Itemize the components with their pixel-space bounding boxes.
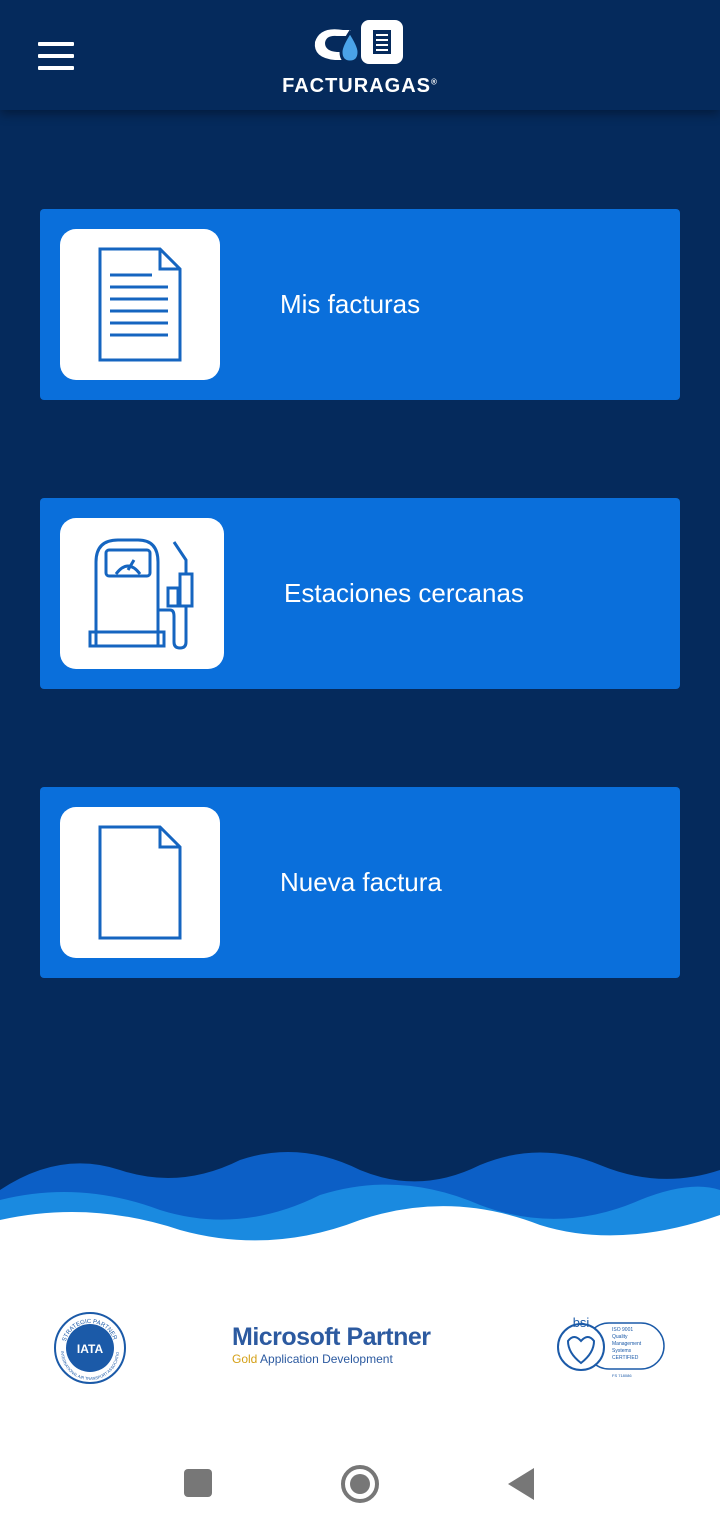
circle-home-icon[interactable] (340, 1464, 380, 1504)
menu-card-mis-facturas[interactable]: Mis facturas (40, 209, 680, 400)
bsi-line: Quality (612, 1334, 628, 1340)
decorative-waves (0, 1152, 720, 1270)
bsi-certification-badge: bsi ISO 9001 Quality Management Systems … (557, 1315, 665, 1378)
blank-document-icon (98, 825, 182, 940)
bsi-line: CERTIFIED (612, 1355, 639, 1361)
iata-badge: STRATEGIC PARTNER INTERNATIONAL AIR TRAN… (53, 1311, 126, 1384)
microsoft-partner-logo: Microsoft Partner Gold Application Devel… (232, 1323, 462, 1366)
partner-competency: Application Development (260, 1352, 393, 1366)
bsi-line: Management (612, 1341, 642, 1347)
logo-icon (314, 20, 403, 64)
bsi-line: Systems (612, 1348, 632, 1354)
bsi-brand: bsi (573, 1315, 590, 1330)
menu-card-nueva-factura[interactable]: Nueva factura (40, 787, 680, 978)
gas-pump-icon (88, 538, 194, 650)
menu-card-label: Nueva factura (280, 867, 442, 897)
triangle-back-icon[interactable] (506, 1466, 536, 1502)
hamburger-menu-icon[interactable] (38, 42, 74, 70)
facturagas-logo: FACTURAGAS® (265, 20, 455, 97)
brand-name: FACTURAGAS (282, 75, 431, 97)
bsi-line: ISO 9001 (612, 1327, 633, 1333)
partner-level: Gold (232, 1352, 258, 1366)
menu-card-label: Estaciones cercanas (284, 578, 524, 608)
document-lines-icon (98, 247, 182, 362)
iata-center-text: IATA (77, 1342, 104, 1356)
app-header: FACTURAGAS® (0, 0, 720, 110)
menu-card-label: Mis facturas (280, 289, 421, 319)
trademark: ® (430, 77, 438, 87)
microsoft-partner-title: Microsoft Partner (232, 1323, 431, 1351)
square-recents-icon[interactable] (184, 1469, 212, 1497)
system-navigation-bar (0, 1440, 720, 1532)
bsi-code: FS 718086 (612, 1373, 632, 1378)
menu-card-estaciones-cercanas[interactable]: Estaciones cercanas (40, 498, 680, 689)
